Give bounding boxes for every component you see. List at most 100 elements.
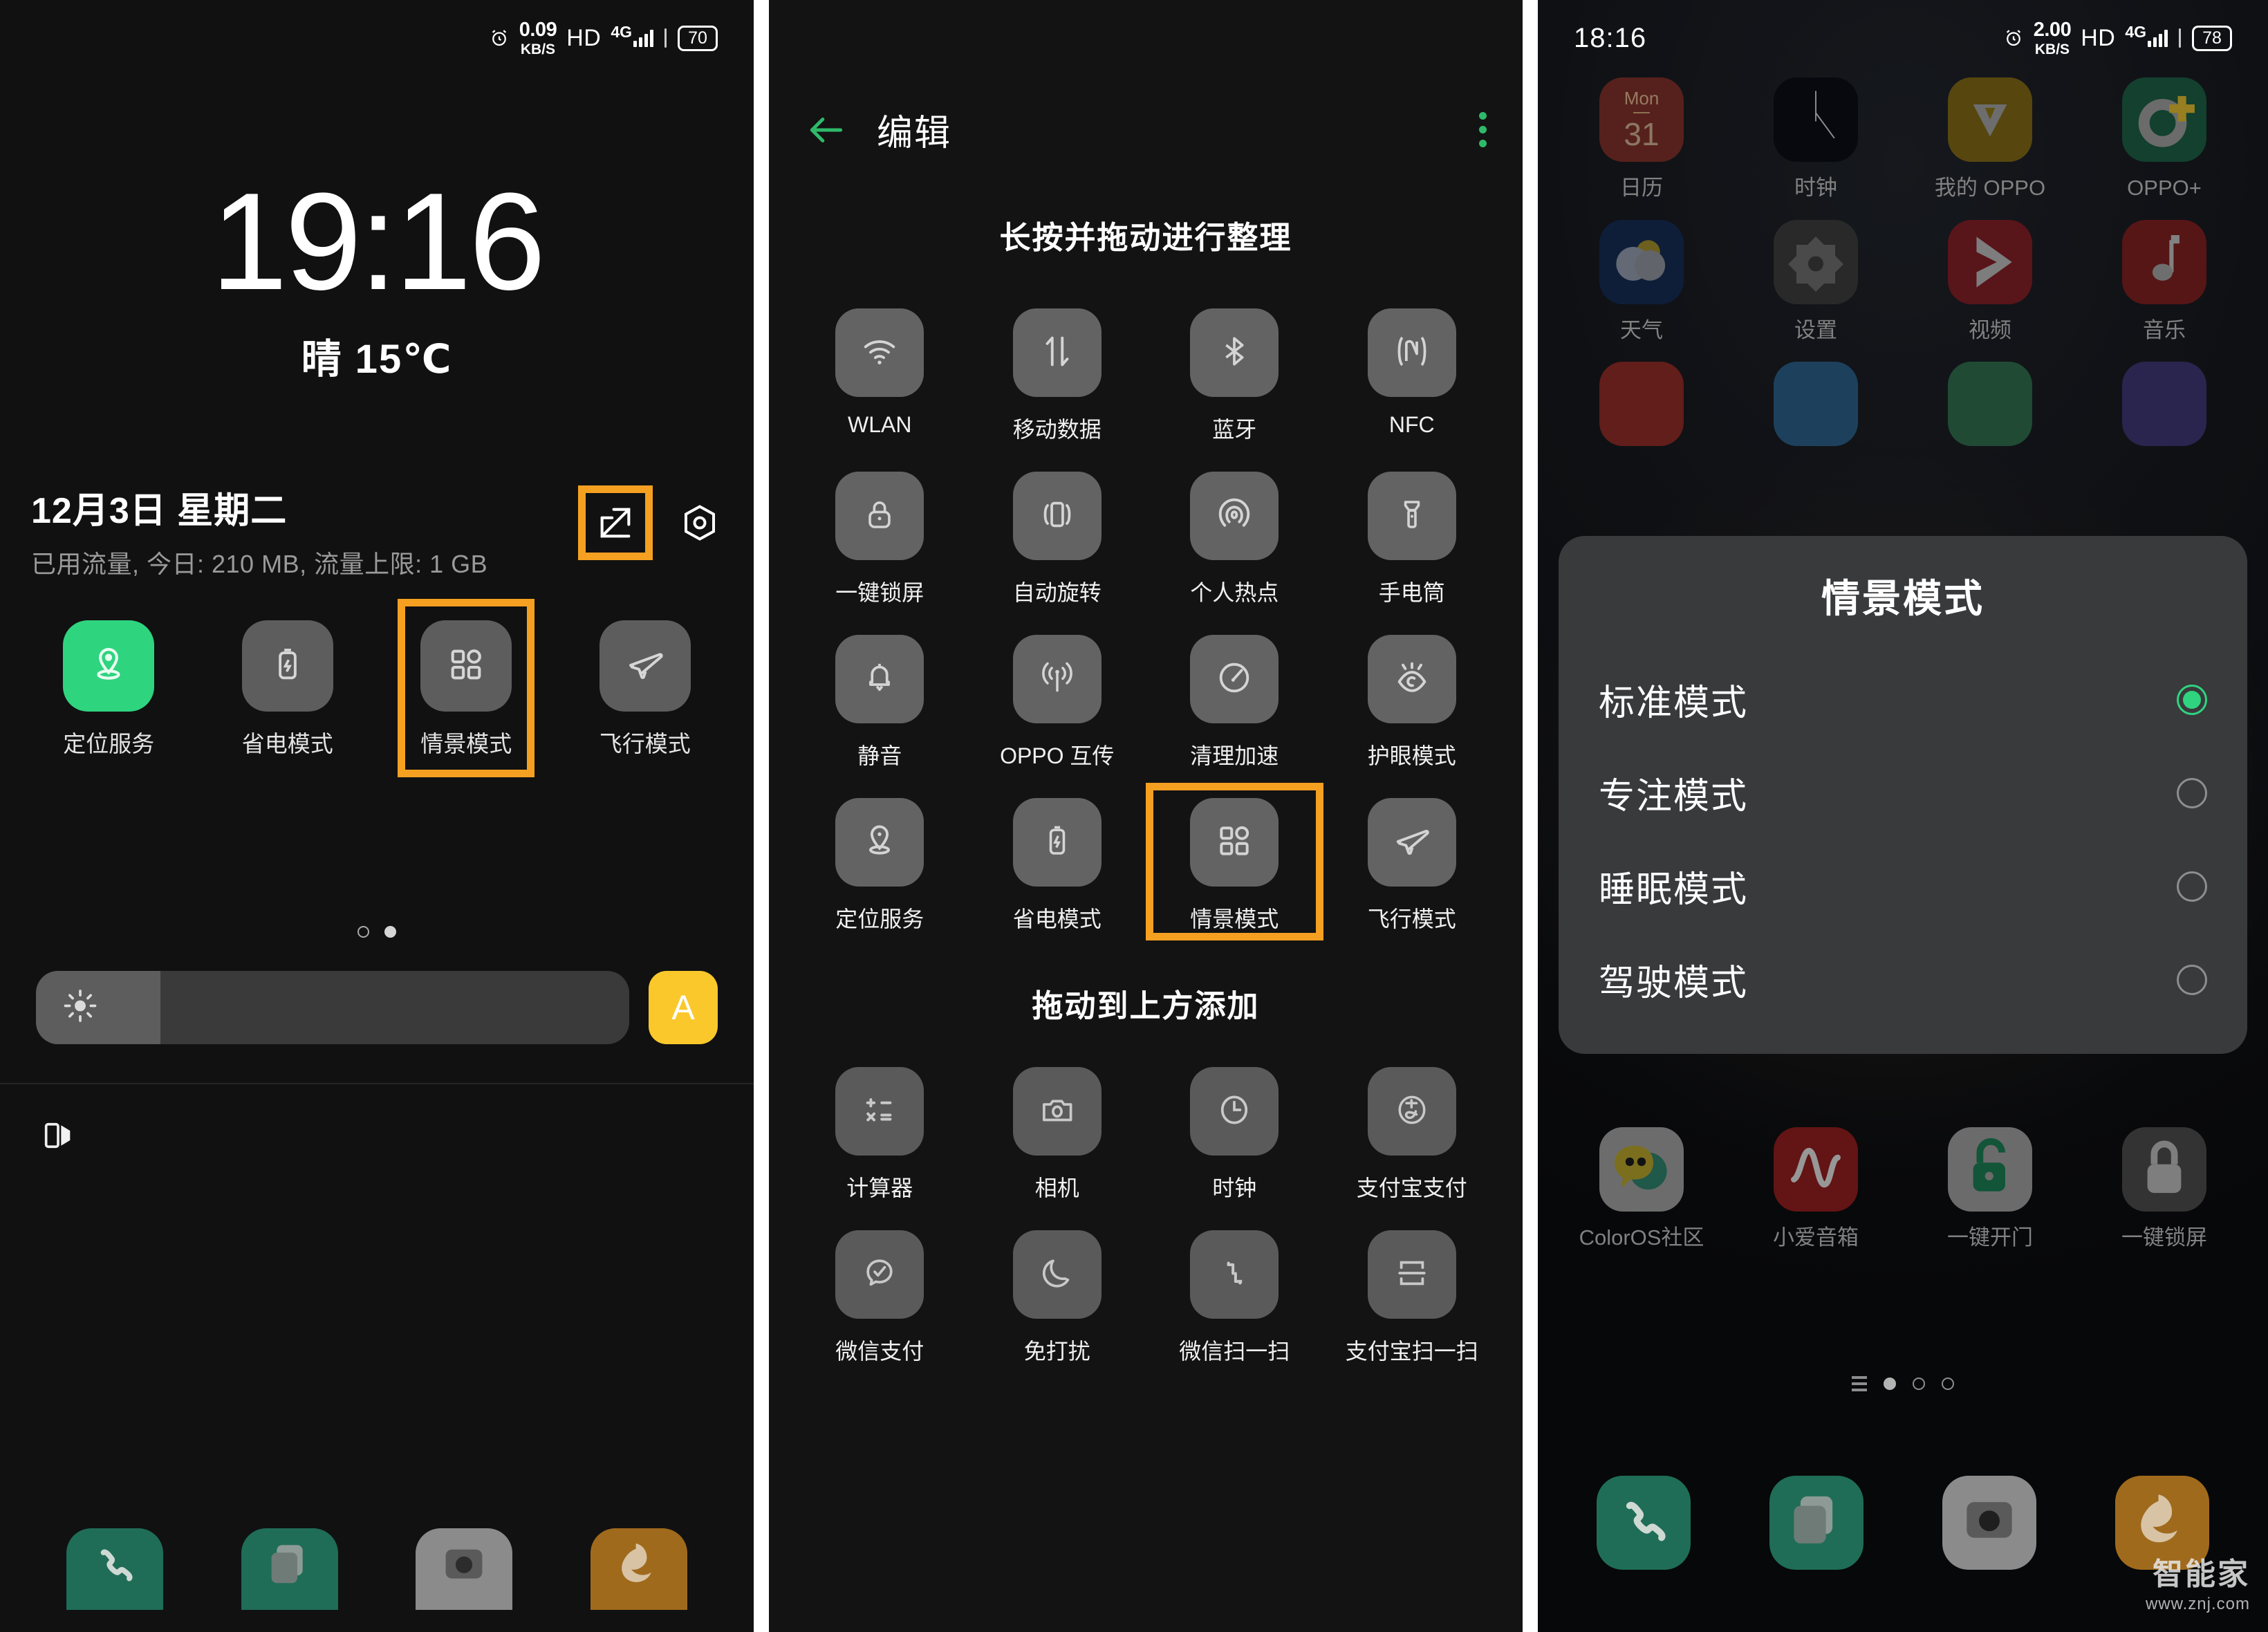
tile-power-saving[interactable]: 省电模式 [969, 783, 1146, 940]
quick-toggle-scene-mode[interactable]: 情景模式 [377, 599, 556, 777]
tile-wechat-pay[interactable]: 微信支付 [791, 1215, 969, 1373]
dialog-option-focus[interactable]: 专注模式 [1559, 746, 2247, 840]
power-saving-tile[interactable] [241, 620, 333, 712]
dialog-option-sleep[interactable]: 睡眠模式 [1559, 840, 2247, 933]
tile-do-not-disturb[interactable]: 免打扰 [969, 1215, 1146, 1373]
tile-flashlight[interactable]: 手电筒 [1323, 456, 1501, 614]
back-arrow-icon[interactable] [805, 109, 848, 151]
tile-button[interactable] [1012, 308, 1102, 397]
tile-button[interactable] [1012, 798, 1102, 887]
phone-icon[interactable] [66, 1528, 164, 1610]
tile-label: 微信扫一扫 [1179, 1339, 1290, 1364]
tile-calculator[interactable]: 计算器 [791, 1052, 969, 1209]
kebab-menu-icon[interactable] [1479, 112, 1487, 147]
data-speed: 0.09 KB/S [519, 19, 557, 57]
tile-mobile-data[interactable]: 移动数据 [969, 293, 1146, 451]
quick-toggle-location[interactable]: 定位服务 [19, 620, 198, 777]
dock-slot[interactable] [552, 1528, 727, 1610]
radio-button-selected[interactable] [2177, 684, 2207, 715]
page-dot[interactable] [357, 926, 369, 938]
tile-button[interactable] [835, 308, 924, 397]
camera-icon[interactable] [416, 1528, 513, 1610]
tile-button[interactable] [1367, 798, 1456, 887]
tile-button[interactable] [1367, 1067, 1456, 1156]
tile-silent[interactable]: 静音 [791, 620, 969, 777]
tile-button[interactable] [1190, 308, 1279, 397]
messages-icon[interactable] [241, 1528, 338, 1610]
tile-lock-screen[interactable]: 一键锁屏 [791, 456, 969, 614]
tile-airplane[interactable]: 飞行模式 [1323, 783, 1501, 940]
tile-button[interactable] [1367, 472, 1456, 560]
tile-location[interactable]: 定位服务 [791, 783, 969, 940]
tile-hotspot[interactable]: 个人热点 [1146, 456, 1323, 614]
tile-alipay-scan[interactable]: 支付宝扫一扫 [1323, 1215, 1501, 1373]
radio-button[interactable] [2177, 777, 2207, 808]
tile-button[interactable] [1367, 635, 1456, 723]
page-dot-active[interactable] [1884, 1378, 1896, 1390]
dock-slot[interactable] [1557, 1476, 1730, 1570]
tile-button[interactable] [1367, 1230, 1456, 1319]
hd-indicator: HD [2081, 24, 2116, 51]
tile-button[interactable] [835, 1067, 924, 1156]
page-dot[interactable] [1942, 1378, 1954, 1390]
tile-alipay-pay[interactable]: 支付宝支付 [1323, 1052, 1501, 1209]
quick-toggle-airplane[interactable]: 飞行模式 [556, 620, 735, 777]
signal-bars-icon [2148, 29, 2168, 47]
home-dock-panel1 [0, 1528, 754, 1632]
edit-button[interactable] [578, 485, 653, 560]
hd-indicator: HD [566, 24, 602, 51]
dock-slot[interactable] [1730, 1476, 1903, 1570]
tile-button[interactable] [835, 635, 924, 723]
tile-button[interactable] [1012, 472, 1102, 560]
radio-button[interactable] [2177, 964, 2207, 995]
airplane-icon [1392, 821, 1432, 864]
tile-button[interactable] [1190, 798, 1279, 887]
location-tile[interactable] [63, 620, 155, 712]
page-dot[interactable] [1913, 1378, 1925, 1390]
camera-icon[interactable] [1942, 1476, 2036, 1570]
tile-wechat-scan[interactable]: 微信扫一扫 [1146, 1215, 1323, 1373]
tile-camera[interactable]: 相机 [969, 1052, 1146, 1209]
tile-auto-rotate[interactable]: 自动旋转 [969, 456, 1146, 614]
dock-slot[interactable] [203, 1528, 378, 1610]
tile-clock[interactable]: 时钟 [1146, 1052, 1323, 1209]
tile-button[interactable] [1012, 1230, 1102, 1319]
tile-eye-care[interactable]: 护眼模式 [1323, 620, 1501, 777]
tile-oppo-share[interactable]: OPPO 互传 [969, 620, 1146, 777]
messages-icon[interactable] [1769, 1476, 1863, 1570]
tile-button[interactable] [1012, 635, 1102, 723]
tile-button[interactable] [1190, 1230, 1279, 1319]
tile-button[interactable] [1367, 308, 1456, 397]
tile-button[interactable] [835, 472, 924, 560]
radio-button[interactable] [2177, 871, 2207, 902]
scene-mode-tile[interactable] [420, 620, 512, 712]
dialog-option-standard[interactable]: 标准模式 [1559, 653, 2247, 746]
brightness-slider[interactable] [36, 971, 629, 1044]
flip-screen-icon[interactable] [0, 1118, 754, 1157]
auto-brightness-button[interactable]: A [649, 971, 718, 1044]
dock-slot[interactable] [28, 1528, 203, 1610]
tile-wlan[interactable]: WLAN [791, 293, 969, 451]
quick-toggle-power-saving[interactable]: 省电模式 [198, 620, 378, 777]
tile-button[interactable] [1190, 1067, 1279, 1156]
page-dot-active[interactable] [384, 926, 396, 938]
tile-button[interactable] [835, 1230, 924, 1319]
airplane-tile[interactable] [599, 620, 691, 712]
phone-icon[interactable] [1597, 1476, 1691, 1570]
pager-menu-icon[interactable] [1852, 1376, 1867, 1391]
tile-button[interactable] [1190, 635, 1279, 723]
tile-bluetooth[interactable]: 蓝牙 [1146, 293, 1323, 451]
uc-browser-icon[interactable] [590, 1528, 687, 1610]
tile-button[interactable] [1012, 1067, 1102, 1156]
settings-hex-icon[interactable] [679, 502, 721, 544]
tile-button[interactable] [1190, 472, 1279, 560]
tile-scene-mode[interactable]: 情景模式 [1146, 783, 1323, 940]
dock-slot[interactable] [1903, 1476, 2076, 1570]
tile-clean-boost[interactable]: 清理加速 [1146, 620, 1323, 777]
tile-label: WLAN [848, 412, 912, 437]
tile-label: 移动数据 [1012, 417, 1102, 442]
dialog-option-driving[interactable]: 驾驶模式 [1559, 933, 2247, 1026]
tile-nfc[interactable]: NFC [1323, 293, 1501, 451]
dock-slot[interactable] [377, 1528, 552, 1610]
tile-button[interactable] [835, 798, 924, 887]
